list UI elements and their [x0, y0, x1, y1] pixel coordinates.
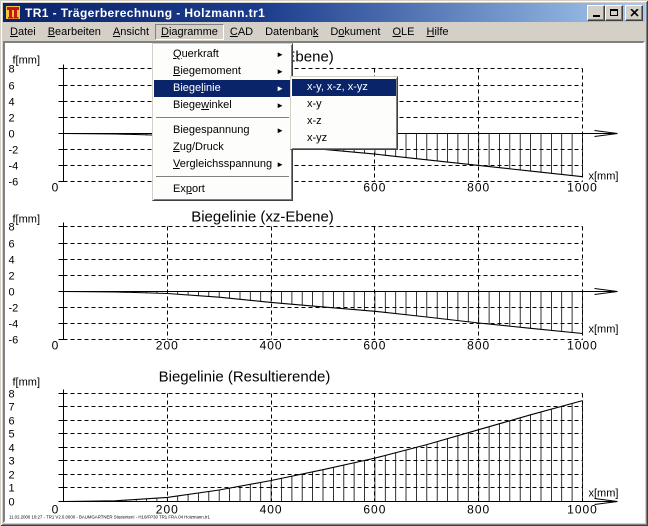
submenu-arrow-icon: ► [276, 46, 284, 63]
menu-item-biegewinkel[interactable]: Biegewinkel► [154, 97, 291, 114]
diagramme-menu: Querkraft►Biegemoment►Biegelinie►Biegewi… [152, 43, 293, 201]
menubar-item-cad[interactable]: CAD [224, 24, 259, 40]
maximize-icon [610, 9, 618, 16]
menu-bar: DateiBearbeitenAnsichtDiagrammeCADDatenb… [3, 22, 645, 41]
menu-separator [154, 114, 291, 122]
close-icon [630, 9, 639, 17]
minimize-icon [593, 15, 600, 17]
menubar-item-ole[interactable]: OLE [386, 24, 420, 40]
close-button[interactable] [625, 5, 643, 21]
submenu-arrow-icon: ► [276, 97, 284, 114]
maximize-button[interactable] [605, 5, 623, 21]
menu-item-export[interactable]: Export [154, 181, 291, 198]
title-bar: TR1 - Trägerberechnung - Holzmann.tr1 [3, 3, 645, 22]
menu-item-biegemoment[interactable]: Biegemoment► [154, 63, 291, 80]
status-text: 11.02.2000 10:27 - TR1 V2.0.0000 - BAUMG… [9, 516, 210, 520]
submenu-arrow-icon: ► [276, 80, 284, 97]
menu-separator [154, 173, 291, 181]
minimize-button[interactable] [587, 5, 605, 21]
submenu-arrow-icon: ► [276, 63, 284, 80]
menubar-item-bearbeiten[interactable]: Bearbeiten [42, 24, 107, 40]
menubar-item-datenbank[interactable]: Datenbank [259, 24, 324, 40]
menu-item-querkraft[interactable]: Querkraft► [154, 46, 291, 63]
menubar-item-datei[interactable]: Datei [4, 24, 42, 40]
menubar-item-diagramme[interactable]: Diagramme [155, 24, 224, 40]
menubar-item-ansicht[interactable]: Ansicht [107, 24, 155, 40]
menu-item-vergleichsspannung[interactable]: Vergleichsspannung► [154, 156, 291, 173]
menubar-item-hilfe[interactable]: Hilfe [421, 24, 455, 40]
submenu-item-x-yz[interactable]: x-yz [292, 130, 396, 147]
app-window: 11.02.2000 10:27 - TR1 V2.0.0000 - BAUMG… [0, 0, 648, 526]
submenu-arrow-icon: ► [276, 156, 284, 173]
menu-item-biegespannung[interactable]: Biegespannung► [154, 122, 291, 139]
menubar-item-dokument[interactable]: Dokument [324, 24, 386, 40]
menu-item-zug-druck[interactable]: Zug/Druck [154, 139, 291, 156]
submenu-item-x-y-x-z-x-yz[interactable]: x-y, x-z, x-yz [292, 79, 396, 96]
app-icon[interactable] [5, 5, 21, 20]
menu-item-biegelinie[interactable]: Biegelinie► [154, 80, 291, 97]
biegelinie-submenu: x-y, x-z, x-yzx-yx-zx-yz [290, 76, 398, 150]
window-title: TR1 - Trägerberechnung - Holzmann.tr1 [25, 6, 265, 20]
submenu-item-x-y[interactable]: x-y [292, 96, 396, 113]
submenu-arrow-icon: ► [276, 122, 284, 139]
submenu-item-x-z[interactable]: x-z [292, 113, 396, 130]
